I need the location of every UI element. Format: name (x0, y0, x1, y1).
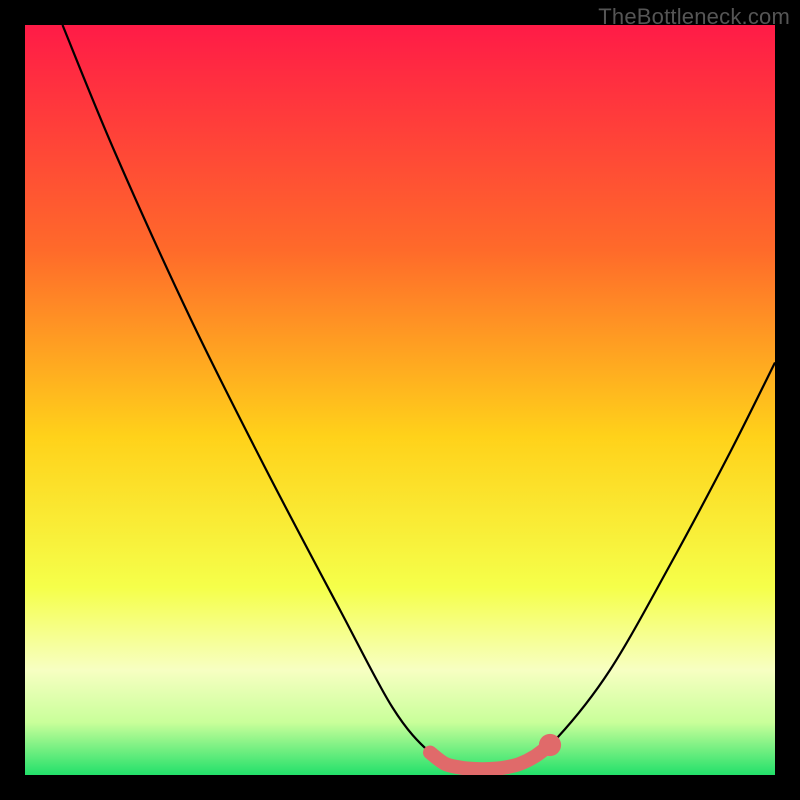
chart-svg (25, 25, 775, 775)
chart-background (25, 25, 775, 775)
chart-plot (25, 25, 775, 775)
optimal-range-end-dot (539, 734, 561, 756)
chart-frame: TheBottleneck.com (0, 0, 800, 800)
watermark-text: TheBottleneck.com (598, 4, 790, 30)
